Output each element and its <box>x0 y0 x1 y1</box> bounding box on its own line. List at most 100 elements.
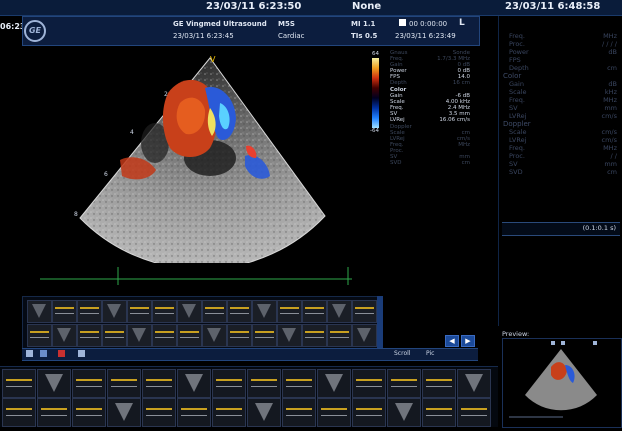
exam-thumbnail[interactable] <box>142 398 176 427</box>
thumbnail[interactable] <box>77 324 102 347</box>
thumbnail[interactable] <box>302 324 327 347</box>
thumbnail[interactable] <box>102 300 127 323</box>
exam-thumbnail[interactable] <box>37 369 71 398</box>
system-clock: 23/03/11 6:48:58 <box>505 1 601 12</box>
thumbnail[interactable] <box>277 324 302 347</box>
scale-top-value: 64 <box>372 51 379 57</box>
thumbnail[interactable] <box>352 324 377 347</box>
exam-thumbnail[interactable] <box>212 369 246 398</box>
cine-timeline[interactable] <box>40 265 352 285</box>
thumbnail[interactable] <box>327 300 352 323</box>
right-parameter-panel: Freq. MHz Proc. / / / / Power dB FPS Depth c… <box>498 16 622 326</box>
manufacturer-label: GE Vingmed Ultrasound <box>173 20 267 28</box>
exam-thumbnail[interactable] <box>317 398 351 427</box>
rp-row: SV mm <box>509 160 617 168</box>
exam-thumbnail[interactable] <box>457 398 491 427</box>
exam-thumbnail[interactable] <box>142 369 176 398</box>
thumbnail[interactable] <box>252 324 277 347</box>
thumbnail[interactable] <box>177 300 202 323</box>
thumbnail-scrollbar[interactable] <box>377 296 383 348</box>
thumbnail[interactable] <box>52 300 77 323</box>
preview-fan <box>525 349 597 411</box>
thumbnail[interactable] <box>27 300 52 323</box>
status-text: None <box>352 1 382 12</box>
depth-mark-6: 6 <box>104 171 108 178</box>
exam-thumbnail[interactable] <box>422 398 456 427</box>
thumbnail[interactable] <box>102 324 127 347</box>
exam-thumbnail[interactable] <box>282 369 316 398</box>
thumbnail[interactable] <box>227 324 252 347</box>
thumbnail[interactable] <box>127 324 152 347</box>
exam-thumbnail[interactable] <box>107 369 141 398</box>
thumbnail[interactable] <box>352 300 377 323</box>
image-header: GE Vingmed Ultrasound 23/03/11 6:23:45 M… <box>22 16 480 46</box>
settings-icon[interactable] <box>78 350 85 357</box>
cine-zoom-bar[interactable]: (0.1:0.1 s) <box>502 222 620 236</box>
rp-row: Freq. MHz <box>509 144 617 152</box>
record-checkbox[interactable] <box>399 19 406 26</box>
exam-thumbnail[interactable] <box>352 369 386 398</box>
exam-thumbnail[interactable] <box>317 369 351 398</box>
param-row: Depth 16 cm <box>390 80 470 86</box>
prev-page-button[interactable]: ◀ <box>445 335 459 347</box>
thumbnail[interactable] <box>52 324 77 347</box>
preview-pane[interactable] <box>502 338 622 428</box>
mi-index: MI 1.1 <box>351 20 376 28</box>
thumbnail[interactable] <box>252 300 277 323</box>
thumbnail[interactable] <box>302 300 327 323</box>
exam-thumbnail[interactable] <box>457 369 491 398</box>
exam-thumbnail[interactable] <box>107 398 141 427</box>
rp-row: Power dB <box>509 48 617 56</box>
scroll-label[interactable]: Scroll <box>394 350 410 357</box>
depth-mark-8: 8 <box>74 211 78 218</box>
thumbnail[interactable] <box>202 300 227 323</box>
exam-thumbnail[interactable] <box>247 398 281 427</box>
thumbnail[interactable] <box>202 324 227 347</box>
thumbnail[interactable] <box>152 324 177 347</box>
rp-row: LVRej cm/s <box>509 112 617 120</box>
rp-row: Proc. / / / / <box>509 40 617 48</box>
delete-icon[interactable] <box>58 350 65 357</box>
exam-thumbnail[interactable] <box>387 369 421 398</box>
exam-thumbnail[interactable] <box>72 369 106 398</box>
exam-thumbnail[interactable] <box>387 398 421 427</box>
thumbnail[interactable] <box>327 324 352 347</box>
rp-row: Scale kHz <box>509 88 617 96</box>
exam-thumbnail[interactable] <box>282 398 316 427</box>
exam-thumbnail[interactable] <box>212 398 246 427</box>
thumbnail[interactable] <box>177 324 202 347</box>
clipboard-thumbnails <box>22 296 378 350</box>
rp-row: Scale cm/s <box>509 128 617 136</box>
pic-label[interactable]: Pic <box>426 350 434 357</box>
exam-thumbnail[interactable] <box>2 369 36 398</box>
clip-time: 00 0:00:00 <box>409 20 448 28</box>
exam-thumbnail[interactable] <box>422 369 456 398</box>
rp-row: Gain dB <box>509 80 617 88</box>
thumbnail[interactable] <box>127 300 152 323</box>
exam-thumbnail[interactable] <box>2 398 36 427</box>
param-row: SVD cm <box>390 160 470 166</box>
exam-date: 23/03/11 6:23:45 <box>173 32 234 40</box>
ultrasound-sector-image[interactable]: V 2 4 6 8 <box>60 48 345 263</box>
next-page-button[interactable]: ▶ <box>461 335 475 347</box>
thumbnail[interactable] <box>77 300 102 323</box>
thumbnail[interactable] <box>27 324 52 347</box>
rp-row: SVD cm <box>509 168 617 176</box>
preview-tool-icon[interactable] <box>551 341 555 345</box>
depth-mark-4: 4 <box>130 129 134 136</box>
thumbnail[interactable] <box>277 300 302 323</box>
exam-thumbnail[interactable] <box>72 398 106 427</box>
thumbnail[interactable] <box>152 300 177 323</box>
exam-thumbnail[interactable] <box>352 398 386 427</box>
rp-row: FPS <box>509 56 521 64</box>
exam-thumbnail[interactable] <box>177 369 211 398</box>
exam-thumbnail[interactable] <box>37 398 71 427</box>
preview-tool-icon[interactable] <box>561 341 565 345</box>
export-icon[interactable] <box>40 350 47 357</box>
preview-tool-icon[interactable] <box>593 341 597 345</box>
print-icon[interactable] <box>26 350 33 357</box>
thumbnail[interactable] <box>227 300 252 323</box>
exam-thumbnail[interactable] <box>247 369 281 398</box>
exam-thumbnail[interactable] <box>177 398 211 427</box>
clip-date: 23/03/11 6:23:49 <box>395 32 456 40</box>
